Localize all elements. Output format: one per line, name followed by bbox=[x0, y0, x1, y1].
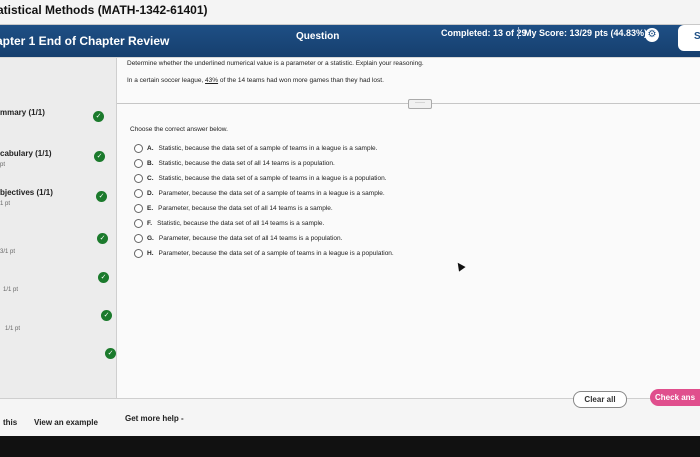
option-letter: H. bbox=[147, 250, 154, 258]
option-text: Parameter, because the data set of a sam… bbox=[158, 250, 394, 258]
clear-all-button[interactable]: Clear all bbox=[573, 391, 627, 408]
footer-bar: this View an example Get more help - Cle… bbox=[0, 389, 700, 437]
sidebar-item[interactable]: 1/1 pt bbox=[5, 322, 121, 332]
statement-after: of the 14 teams had won more games than … bbox=[218, 77, 384, 84]
sidebar-item-points: 1/1 pt bbox=[5, 326, 21, 332]
option-letter: B. bbox=[147, 160, 154, 168]
option-text: Parameter, because the data set of all 1… bbox=[158, 235, 343, 243]
underlined-value: 43% bbox=[205, 77, 219, 84]
this-link[interactable]: this bbox=[3, 418, 17, 427]
radio-button[interactable] bbox=[134, 174, 143, 183]
sidebar-item[interactable]: 1/1 pt bbox=[3, 283, 119, 293]
check-icon: ✓ bbox=[101, 310, 112, 321]
check-answer-button[interactable]: Check ans bbox=[650, 389, 700, 406]
answer-prompt: Choose the correct answer below. bbox=[130, 126, 228, 133]
option-letter: E. bbox=[147, 205, 154, 213]
radio-button[interactable] bbox=[134, 189, 143, 198]
option-letter: D. bbox=[147, 190, 154, 198]
course-title: atistical Methods (MATH-1342-61401) bbox=[0, 3, 208, 17]
option-text: Parameter, because the data set of all 1… bbox=[158, 205, 333, 213]
radio-button[interactable] bbox=[134, 219, 143, 228]
answer-option[interactable]: D. Parameter, because the data set of a s… bbox=[134, 189, 385, 201]
check-icon: ✓ bbox=[96, 191, 107, 202]
more-button[interactable]: ····· bbox=[408, 99, 432, 109]
sidebar-item-points: 1/1 pt bbox=[3, 287, 19, 293]
option-letter: C. bbox=[147, 175, 154, 183]
answer-option[interactable]: C. Statistic, because the data set of a s… bbox=[134, 174, 387, 186]
save-button[interactable]: S bbox=[678, 25, 700, 51]
get-more-help-link[interactable]: Get more help - bbox=[125, 414, 184, 423]
completed-status: Completed: 13 of 29 bbox=[441, 28, 527, 38]
option-text: Parameter, because the data set of a sam… bbox=[158, 190, 385, 198]
view-example-link[interactable]: View an example bbox=[34, 418, 98, 427]
answer-option[interactable]: B. Statistic, because the data set of all… bbox=[134, 159, 335, 171]
header-separator bbox=[518, 27, 519, 39]
gear-icon[interactable]: ⚙ bbox=[645, 28, 659, 42]
option-text: Statistic, because the data set of a sam… bbox=[158, 145, 378, 153]
radio-button[interactable] bbox=[134, 234, 143, 243]
chapter-title: apter 1 End of Chapter Review bbox=[0, 34, 170, 48]
answer-option[interactable]: F. Statistic, because the data set of all… bbox=[134, 219, 324, 231]
question-instruction: Determine whether the underlined numeric… bbox=[127, 60, 424, 67]
option-letter: G. bbox=[147, 235, 154, 243]
sidebar-item[interactable]: 3/1 pt bbox=[0, 245, 116, 255]
score-status: My Score: 13/29 pts (44.83%) bbox=[524, 28, 648, 38]
course-title-bar: atistical Methods (MATH-1342-61401) bbox=[0, 0, 700, 25]
check-icon: ✓ bbox=[97, 233, 108, 244]
option-text: Statistic, because the data set of all 1… bbox=[157, 220, 325, 228]
question-label: Question bbox=[296, 31, 340, 42]
answer-option[interactable]: H. Parameter, because the data set of a s… bbox=[134, 249, 394, 261]
assignment-header: apter 1 End of Chapter Review Question C… bbox=[0, 25, 700, 57]
answer-option[interactable]: G. Parameter, because the data set of all… bbox=[134, 234, 342, 246]
question-statement: In a certain soccer league, 43% of the 1… bbox=[127, 77, 384, 84]
radio-button[interactable] bbox=[134, 204, 143, 213]
option-text: Statistic, because the data set of a sam… bbox=[158, 175, 387, 183]
answer-option[interactable]: A. Statistic, because the data set of a s… bbox=[134, 144, 377, 156]
statement-before: In a certain soccer league, bbox=[127, 77, 206, 84]
answer-option[interactable]: E. Parameter, because the data set of all… bbox=[134, 204, 333, 216]
check-icon: ✓ bbox=[98, 272, 109, 283]
sidebar-item-points: 3/1 pt bbox=[0, 249, 16, 255]
sidebar-item-points: 1 pt bbox=[0, 201, 11, 207]
check-icon: ✓ bbox=[94, 151, 105, 162]
mouse-cursor-icon bbox=[454, 260, 466, 272]
radio-button[interactable] bbox=[134, 159, 143, 168]
screen-bezel bbox=[0, 436, 700, 457]
radio-button[interactable] bbox=[134, 144, 143, 153]
check-icon: ✓ bbox=[93, 111, 104, 122]
check-icon: ✓ bbox=[105, 348, 116, 359]
option-text: Statistic, because the data set of all 1… bbox=[158, 160, 335, 168]
question-sidebar: mmary (1/1) ✓ cabulary (1/1) pt ✓ bjecti… bbox=[0, 58, 117, 398]
sidebar-item-points: pt bbox=[0, 162, 6, 168]
radio-button[interactable] bbox=[134, 249, 143, 258]
option-letter: A. bbox=[147, 145, 154, 153]
question-panel: Determine whether the underlined numeric… bbox=[117, 58, 700, 398]
option-letter: F. bbox=[147, 220, 153, 228]
